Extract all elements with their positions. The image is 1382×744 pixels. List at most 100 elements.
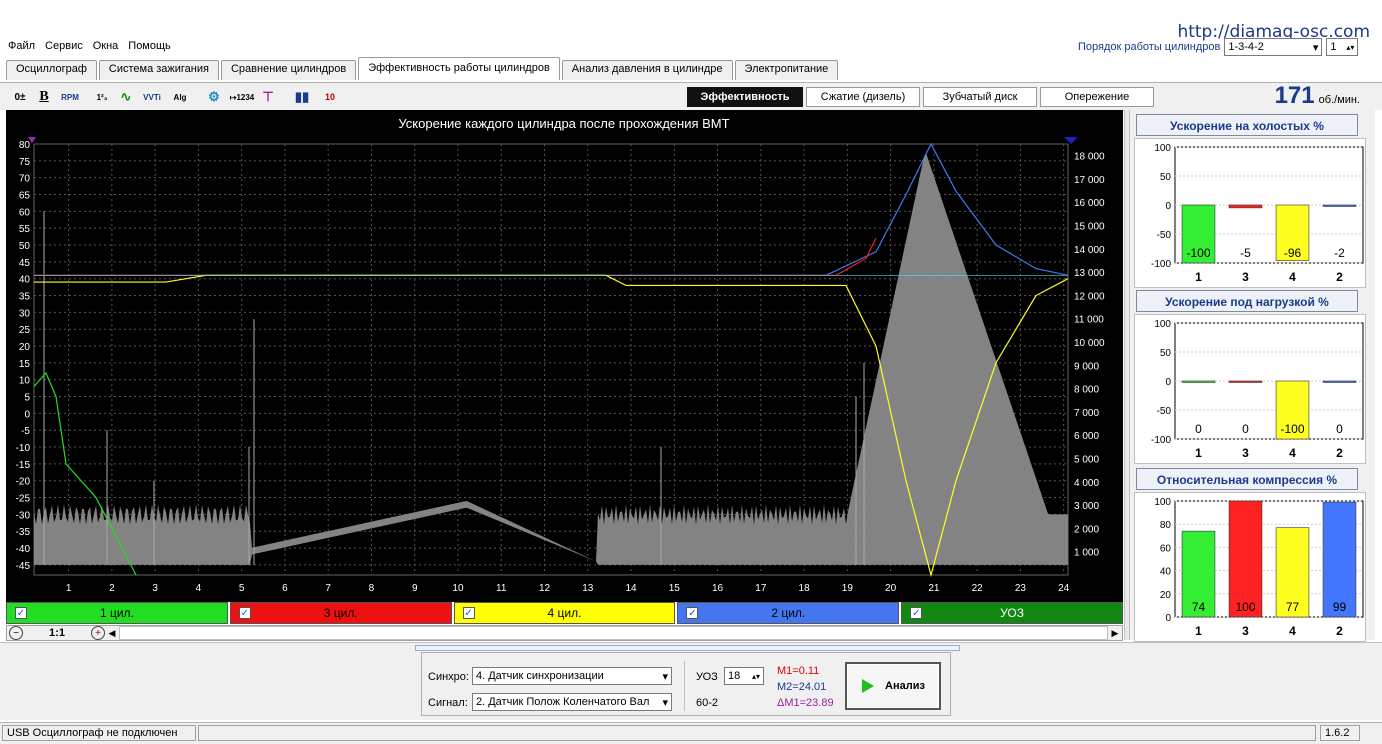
signal-value: 2. Датчик Полож Коленчатого Вал — [476, 696, 650, 708]
subtab-2[interactable]: Зубчатый диск — [923, 87, 1037, 107]
y-tick: -100 — [1151, 435, 1171, 446]
bold-b-icon[interactable]: B — [34, 87, 54, 107]
right-chart-title-2[interactable]: Относительная компрессия % — [1136, 468, 1358, 490]
x-tick: 6 — [282, 583, 288, 594]
tab-2[interactable]: Сравнение цилиндров — [220, 60, 357, 80]
tab-0[interactable]: Осциллограф — [6, 60, 97, 80]
bars-icon[interactable]: ▮▮ — [292, 87, 312, 107]
x-category: 3 — [1242, 446, 1249, 460]
y-right-tick: 8 000 — [1074, 385, 1099, 396]
y-left-tick: -10 — [16, 443, 31, 454]
scroll-left-icon[interactable]: ◀ — [105, 628, 119, 639]
bar-cyl-3 — [1228, 204, 1263, 209]
cylinder-order-label: Порядок работы цилиндров — [1078, 41, 1221, 53]
legend-label: 4 цил. — [547, 606, 582, 620]
rpm-icon[interactable]: RPM — [60, 87, 80, 107]
bar-value-label: 99 — [1333, 600, 1347, 614]
teeth-label: 60-2 — [696, 697, 719, 709]
y-right-tick: 14 000 — [1074, 245, 1105, 256]
y-left-tick: 75 — [19, 157, 31, 168]
main-chart-svg: Ускорение каждого цилиндра после прохожд… — [16, 116, 1105, 594]
numeric-icon[interactable]: 10 — [320, 87, 340, 107]
right-panel: Ускорение на холостых % 100 50 0 -50 -100 -100… — [1130, 110, 1375, 642]
sequence-icon[interactable]: ↦1234 — [230, 87, 255, 107]
wave-icon[interactable]: ∿ — [116, 87, 136, 107]
chevron-down-icon: ▾ — [1312, 41, 1319, 54]
subtab-3[interactable]: Опережение — [1040, 87, 1154, 107]
zoom-scroll-row: − 1:1 + ◀ ▶ — [6, 625, 1123, 641]
tab-4[interactable]: Анализ давления в цилиндре — [561, 60, 733, 80]
tab-1[interactable]: Система зажигания — [98, 60, 219, 80]
x-tick: 8 — [369, 583, 375, 594]
y-tick: 20 — [1160, 590, 1172, 601]
analyze-button[interactable]: Анализ — [845, 662, 941, 710]
bar-cyl-1 — [1181, 380, 1216, 383]
zero-adjust-icon[interactable]: 0± — [10, 87, 30, 107]
y-right-tick: 10 000 — [1074, 338, 1105, 349]
y-left-tick: -5 — [21, 426, 30, 437]
checkbox-icon[interactable]: ✓ — [238, 607, 251, 619]
chart-title: Ускорение каждого цилиндра после прохожд… — [398, 116, 729, 131]
tab-3[interactable]: Эффективность работы цилиндров — [358, 57, 560, 80]
y-left-tick: -20 — [16, 477, 31, 488]
y-left-tick: 45 — [19, 258, 31, 269]
signal-select[interactable]: 2. Датчик Полож Коленчатого Вал ▾ — [472, 693, 672, 711]
uoz-stepper[interactable]: 18 ▴▾ — [724, 667, 764, 685]
y-right-tick: 12 000 — [1074, 291, 1105, 302]
menu-service[interactable]: Сервис — [43, 40, 85, 52]
chevron-down-icon: ▾ — [662, 696, 668, 709]
algorithm-icon[interactable]: Alg — [170, 87, 190, 107]
x-category: 2 — [1336, 446, 1343, 460]
legend-cyl-0[interactable]: ✓ 1 цил. — [6, 602, 228, 624]
y-left-tick: 35 — [19, 292, 31, 303]
legend-cyl-2[interactable]: ✓ 4 цил. — [453, 602, 676, 624]
sync-select[interactable]: 4. Датчик синхронизации ▾ — [472, 667, 672, 685]
y-left-tick: -45 — [16, 561, 31, 572]
legend-cyl-1[interactable]: ✓ 3 цил. — [229, 602, 452, 624]
cylinder-order-select[interactable]: 1-3-4-2 ▾ — [1224, 38, 1323, 56]
bar-value-label: 0 — [1336, 422, 1343, 436]
checkbox-icon[interactable]: ✓ — [462, 607, 475, 619]
menu-help[interactable]: Помощь — [126, 40, 173, 52]
marker-icon[interactable]: ⊤ — [258, 87, 278, 107]
y-tick: 50 — [1160, 172, 1172, 183]
x-tick: 24 — [1058, 583, 1070, 594]
y-left-tick: 30 — [19, 308, 31, 319]
x-tick: 5 — [239, 583, 245, 594]
y-left-tick: 65 — [19, 191, 31, 202]
checkbox-icon[interactable]: ✓ — [910, 607, 923, 619]
subtab-0[interactable]: Эффективность — [687, 87, 803, 107]
y-tick: 0 — [1165, 377, 1171, 388]
vvti-icon[interactable]: VVTi — [142, 87, 162, 107]
legend-cyl-4[interactable]: ✓ УОЗ — [901, 602, 1123, 624]
y-left-tick: -35 — [16, 527, 31, 538]
splitter-handle[interactable] — [1124, 110, 1130, 640]
y-left-tick: -15 — [16, 460, 31, 471]
rpm-value: 171 — [1274, 82, 1315, 109]
cylinder-number-icon[interactable]: 1²₃ — [92, 87, 112, 107]
checkbox-icon[interactable]: ✓ — [15, 607, 27, 619]
zoom-out-icon[interactable]: − — [9, 626, 23, 640]
menu-file[interactable]: Файл — [6, 40, 37, 52]
right-chart-title-1[interactable]: Ускорение под нагрузкой % — [1136, 290, 1358, 312]
tab-5[interactable]: Электропитание — [734, 60, 839, 80]
scroll-right-icon[interactable]: ▶ — [1108, 628, 1122, 639]
y-tick: 50 — [1160, 348, 1172, 359]
x-tick: 4 — [196, 583, 202, 594]
sensor-icon[interactable]: ⚙ — [204, 87, 224, 107]
y-tick: 100 — [1154, 143, 1171, 154]
bar-value-label: -2 — [1334, 246, 1345, 260]
right-chart-title-0[interactable]: Ускорение на холостых % — [1136, 114, 1358, 136]
zoom-in-icon[interactable]: + — [91, 626, 105, 640]
legend-cyl-3[interactable]: ✓ 2 цил. — [677, 602, 900, 624]
cylinder-order-index-value: 1 — [1330, 41, 1337, 53]
main-chart[interactable]: Ускорение каждого цилиндра после прохожд… — [6, 110, 1123, 602]
cylinder-order-index[interactable]: 1 ▴▾ — [1326, 38, 1359, 56]
subtab-1[interactable]: Сжатие (дизель) — [806, 87, 920, 107]
menu-windows[interactable]: Окна — [91, 40, 121, 52]
panel-splitter[interactable] — [415, 645, 960, 651]
marker-right-icon[interactable] — [1064, 137, 1078, 144]
x-tick: 21 — [928, 583, 940, 594]
checkbox-icon[interactable]: ✓ — [686, 607, 699, 619]
horizontal-scrollbar[interactable] — [119, 626, 1108, 640]
